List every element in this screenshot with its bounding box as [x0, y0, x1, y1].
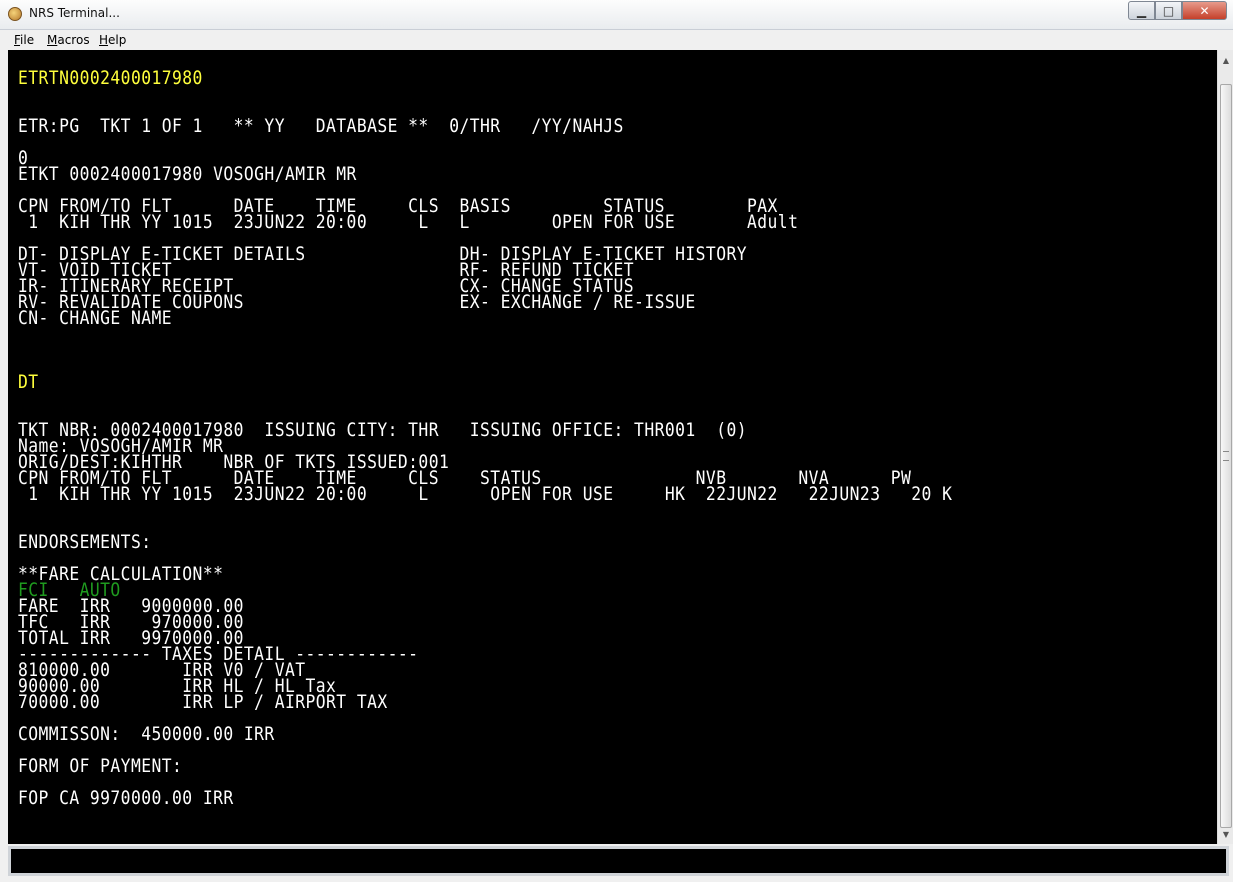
terminal-line: FORM OF PAYMENT:	[18, 755, 183, 777]
app-icon	[8, 7, 22, 21]
scroll-up-icon[interactable]: ▲	[1218, 52, 1233, 68]
terminal-line: 1 KIH THR YY 1015 23JUN22 20:00 L OPEN F…	[18, 483, 953, 505]
grip-icon	[1223, 451, 1229, 461]
command-input-bar	[8, 846, 1229, 876]
menu-macros[interactable]: Macros	[47, 33, 90, 47]
terminal-line: FOP CA 9970000.00 IRR	[18, 787, 234, 809]
close-button[interactable]: ✕	[1182, 1, 1227, 20]
menu-help-label: elp	[108, 33, 127, 47]
terminal-line: ENDORSEMENTS:	[18, 531, 152, 553]
command-input[interactable]	[11, 849, 1226, 873]
title-bar: NRS Terminal... ▁ □ ✕	[0, 0, 1233, 30]
scroll-down-icon[interactable]: ▼	[1218, 826, 1233, 842]
menu-macros-mnemonic: M	[47, 33, 58, 47]
menu-macros-label: acros	[57, 33, 90, 47]
menu-file[interactable]: File	[14, 33, 34, 47]
menu-help[interactable]: Help	[99, 33, 126, 47]
terminal-line-command: DT	[18, 371, 39, 393]
terminal-line-command: ETRTN0002400017980	[18, 67, 203, 89]
window-title: NRS Terminal...	[29, 6, 120, 20]
terminal-line: COMMISSON: 450000.00 IRR	[18, 723, 275, 745]
terminal-screen[interactable]: ETRTN0002400017980 ETR:PG TKT 1 OF 1 ** …	[8, 50, 1217, 844]
menu-help-mnemonic: H	[99, 33, 109, 47]
terminal-line: ETKT 0002400017980 VOSOGH/AMIR MR	[18, 163, 357, 185]
terminal-line: 70000.00 IRR LP / AIRPORT TAX	[18, 691, 388, 713]
terminal-line: CN- CHANGE NAME	[18, 307, 173, 329]
terminal-line: ETR:PG TKT 1 OF 1 ** YY DATABASE ** 0/TH…	[18, 115, 624, 137]
vertical-scrollbar[interactable]: ▲ ▼	[1217, 50, 1233, 844]
menu-bar: File Macros Help	[0, 30, 1233, 50]
menu-file-label: ile	[20, 33, 35, 47]
minimize-button[interactable]: ▁	[1128, 1, 1155, 20]
terminal-line: 1 KIH THR YY 1015 23JUN22 20:00 L L OPEN…	[18, 211, 799, 233]
scroll-thumb[interactable]	[1220, 84, 1232, 828]
maximize-button[interactable]: □	[1155, 1, 1182, 20]
window-controls: ▁ □ ✕	[1128, 1, 1227, 21]
